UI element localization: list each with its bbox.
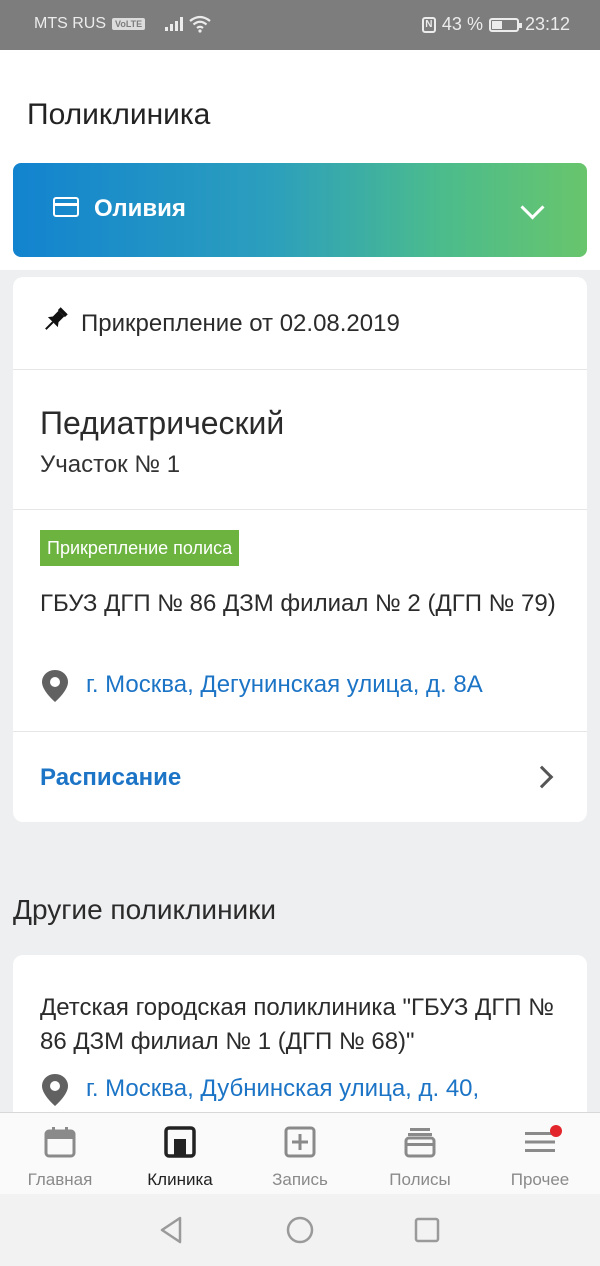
attachment-card: Прикрепление от 02.08.2019 Педиатрически… [13, 277, 587, 822]
carrier-name: MTS RUS [34, 15, 106, 32]
district-number: Участок № 1 [40, 451, 181, 478]
nav-clinic[interactable]: Клиника [120, 1113, 240, 1195]
clock: 23:12 [524, 14, 570, 34]
recent-apps-icon[interactable] [411, 1214, 443, 1246]
district-title: Педиатрический [40, 405, 285, 441]
card-icon [53, 197, 79, 217]
status-left: MTS RUS VoLTE [34, 15, 211, 33]
home-icon[interactable] [284, 1214, 316, 1246]
nav-appointment[interactable]: Запись [240, 1113, 360, 1195]
clinic-icon [164, 1126, 196, 1158]
other-clinic-address[interactable]: г. Москва, Дубнинская улица, д. 40, [40, 1073, 479, 1107]
back-icon[interactable] [156, 1214, 188, 1246]
wallet-icon [404, 1128, 436, 1158]
battery-percent: 43 % [441, 14, 483, 34]
district-row: Педиатрический Участок № 1 [13, 369, 587, 510]
schedule-link[interactable]: Расписание [40, 764, 181, 792]
attachment-row: Прикрепление от 02.08.2019 [13, 277, 587, 370]
nav-home-label: Главная [27, 1170, 93, 1189]
clinic-row: Прикрепление полиса ГБУЗ ДГП № 86 ДЗМ фи… [13, 509, 587, 732]
signal-icon [165, 17, 184, 31]
chevron-right-icon [530, 765, 554, 789]
profile-name: Оливия [94, 195, 186, 222]
other-clinic-name: Детская городская поликлиника "ГБУЗ ДГП … [40, 994, 554, 1055]
attachment-date-text: Прикрепление от 02.08.2019 [81, 310, 400, 337]
nfc-icon: N [421, 16, 436, 33]
chevron-down-icon [520, 195, 545, 220]
page-title: Поликлиника [27, 98, 211, 131]
status-right: N 43 % 23:12 [421, 14, 570, 35]
other-clinic-address-link[interactable]: г. Москва, Дубнинская улица, д. 40, [86, 1073, 479, 1105]
nav-appointment-label: Запись [272, 1170, 328, 1189]
clinic-address[interactable]: г. Москва, Дегунинская улица, д. 8А [40, 669, 483, 703]
wifi-icon [189, 15, 211, 33]
volte-icon: VoLTE [112, 18, 146, 30]
battery-icon [488, 17, 522, 32]
clinic-name: ГБУЗ ДГП № 86 ДЗМ филиал № 2 (ДГП № 79) [40, 590, 556, 617]
bottom-navigation: Главная Клиника Запись Полисы Прочее [0, 1112, 600, 1195]
other-clinics-title: Другие поликлиники [13, 894, 277, 925]
location-pin-icon [42, 670, 68, 702]
plus-square-icon [284, 1126, 316, 1158]
nav-policies[interactable]: Полисы [360, 1113, 480, 1195]
location-pin-icon [42, 1074, 68, 1106]
nav-more-label: Прочее [510, 1170, 570, 1189]
nav-clinic-label: Клиника [147, 1170, 213, 1189]
profile-selector[interactable]: Оливия [13, 163, 587, 257]
status-bar: MTS RUS VoLTE N 43 % 23:12 [0, 0, 600, 50]
system-navigation [0, 1194, 600, 1266]
notification-dot [550, 1125, 562, 1137]
nav-policies-label: Полисы [389, 1170, 451, 1189]
calendar-icon [44, 1127, 76, 1158]
pin-icon [45, 307, 68, 330]
nav-more[interactable]: Прочее [480, 1113, 600, 1195]
battery-fill [491, 20, 502, 29]
clinic-address-link[interactable]: г. Москва, Дегунинская улица, д. 8А [86, 669, 483, 701]
policy-attachment-badge: Прикрепление полиса [40, 530, 240, 566]
header: Поликлиника Оливия [0, 50, 600, 270]
nav-home[interactable]: Главная [0, 1113, 120, 1195]
schedule-row[interactable]: Расписание [13, 731, 587, 822]
